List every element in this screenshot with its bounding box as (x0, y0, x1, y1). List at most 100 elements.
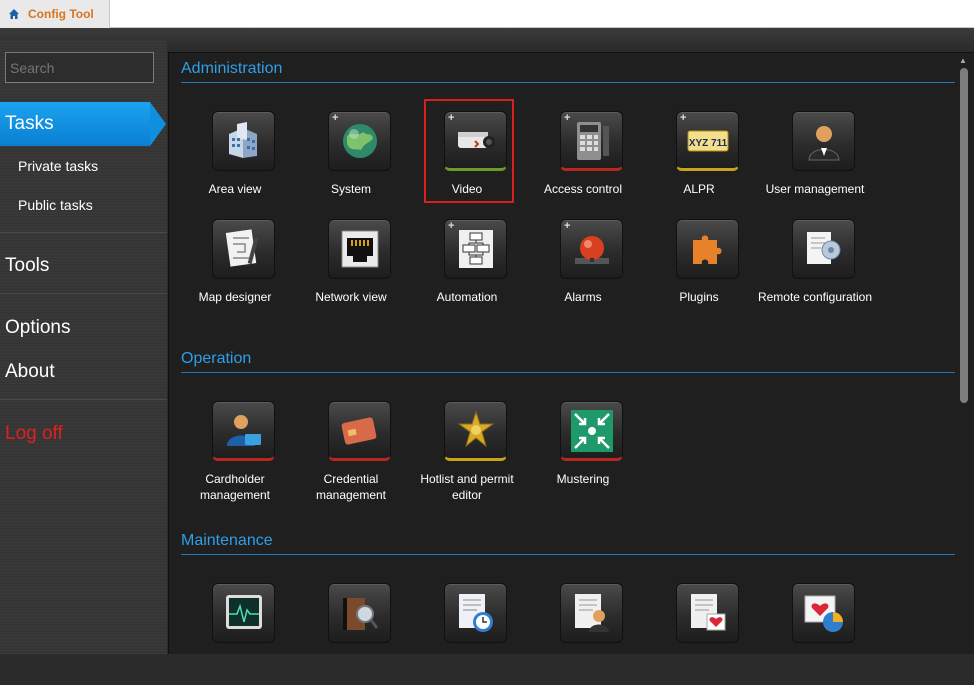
divider (0, 293, 167, 294)
network-port-icon (341, 230, 379, 268)
tile-icon-box: + (560, 219, 623, 279)
tile-access-control[interactable]: + Access control (525, 105, 641, 213)
tile-icon-box (212, 583, 275, 643)
user-icon (808, 126, 840, 161)
tile-icon-box (212, 219, 275, 279)
section-title-operation: Operation (181, 350, 252, 367)
scroll-up-icon[interactable]: ▲ (959, 56, 967, 65)
tile-icon-box: + (444, 219, 507, 279)
user-report-icon (575, 594, 609, 632)
tile-system[interactable]: + System (293, 105, 409, 213)
tile-label: Area view (208, 182, 262, 196)
tile-user-management[interactable]: User management (757, 105, 873, 213)
globe-icon (343, 124, 377, 158)
tile-icon-box (212, 401, 275, 461)
search-input[interactable] (5, 52, 154, 83)
sidebar-item-public-tasks[interactable]: Public tasks (18, 197, 93, 213)
tile-area-view[interactable]: Area view (177, 105, 293, 213)
scrollbar-thumb[interactable] (960, 68, 968, 403)
monitor-icon (226, 595, 262, 629)
tile-remote-configuration[interactable]: Remote configuration (757, 213, 873, 321)
tile-label: User management (765, 182, 865, 196)
license-plate-icon: XYZ 711 (687, 130, 729, 152)
tile-label: System (330, 182, 371, 196)
tile-icon-box (328, 583, 391, 643)
tile-hotlist-permit-editor[interactable]: Hotlist and permit editor (409, 395, 525, 503)
tile-alpr[interactable]: + XYZ 711 ALPR (641, 105, 757, 213)
plate-text: XYZ 711 (689, 138, 728, 149)
tile-icon-box (444, 583, 507, 643)
tile-icon-box (212, 111, 275, 171)
tile-icon-box (328, 401, 391, 461)
tile-label: Alarms (564, 290, 602, 304)
plus-icon: + (564, 112, 571, 124)
tile-icon-box (676, 219, 739, 279)
tile-schedule-report[interactable] (409, 577, 525, 685)
search-book-icon (343, 598, 379, 630)
tile-mustering[interactable]: Mustering (525, 395, 641, 503)
sidebar-item-log-off[interactable]: Log off (5, 423, 63, 445)
tile-label: Cardholder management (199, 472, 271, 502)
section-divider (181, 554, 955, 555)
mustering-icon (571, 410, 613, 452)
tile-icon-box (792, 583, 855, 643)
plus-icon: + (448, 220, 455, 232)
tile-alarms[interactable]: + Alarms (525, 213, 641, 321)
plus-icon: + (564, 220, 571, 232)
tile-search-book[interactable] (293, 577, 409, 685)
tile-cardholder-management[interactable]: Cardholder management (177, 395, 293, 503)
tile-label: Map designer (198, 290, 272, 304)
sidebar-item-tools[interactable]: Tools (5, 255, 49, 277)
tile-automation[interactable]: + Automation (409, 213, 525, 321)
tile-icon-box (792, 219, 855, 279)
tile-icon-box: + (560, 111, 623, 171)
sidebar-item-about[interactable]: About (5, 361, 55, 383)
tile-label: ALPR (683, 182, 715, 196)
tile-label: Hotlist and permit editor (420, 472, 514, 502)
sidebar-item-label: Tasks (5, 113, 54, 134)
tab-config-tool[interactable]: Config Tool (0, 0, 110, 28)
section-divider (181, 82, 955, 83)
tile-icon-box (676, 583, 739, 643)
tile-health-report[interactable] (641, 577, 757, 685)
tile-label: Remote configuration (757, 290, 873, 304)
tile-icon-box (560, 401, 623, 461)
tile-label: Plugins (679, 290, 719, 304)
alarm-bell-icon (575, 236, 609, 264)
tile-map-designer[interactable]: Map designer (177, 213, 293, 321)
sidebar-item-tasks[interactable]: Tasks (0, 102, 166, 146)
tile-icon-box: + (328, 111, 391, 171)
tile-plugins[interactable]: Plugins (641, 213, 757, 321)
tile-icon-box (328, 219, 391, 279)
building-icon (229, 122, 257, 158)
sidebar-item-options[interactable]: Options (5, 317, 70, 339)
tab-label: Config Tool (28, 7, 94, 21)
sheriff-badge-icon (457, 410, 495, 448)
tile-label: Mustering (556, 472, 610, 486)
tile-monitor[interactable] (177, 577, 293, 685)
tile-network-view[interactable]: Network view (293, 213, 409, 321)
tile-icon-box (792, 111, 855, 171)
tile-icon-box (560, 583, 623, 643)
puzzle-icon (693, 235, 722, 264)
credential-icon (341, 417, 377, 445)
cardholder-icon (227, 415, 261, 446)
flowchart-icon (459, 230, 493, 268)
tile-statistics[interactable] (757, 577, 873, 685)
sidebar: Tasks Private tasks Public tasks Tools O… (0, 40, 167, 654)
task-panel: Administration Area view + System + Vide… (168, 52, 974, 654)
title-bar: Config Tool (0, 0, 974, 28)
section-divider (181, 372, 955, 373)
keypad-icon (577, 122, 609, 160)
tile-credential-management[interactable]: Credential management (293, 395, 409, 503)
remote-config-icon (807, 232, 841, 264)
statistics-icon (804, 595, 843, 632)
tile-user-report[interactable] (525, 577, 641, 685)
divider (0, 232, 167, 233)
schedule-report-icon (459, 594, 493, 632)
home-icon (9, 9, 19, 19)
highlight-box (424, 99, 514, 203)
map-designer-icon (225, 229, 259, 267)
sidebar-item-private-tasks[interactable]: Private tasks (18, 158, 98, 174)
tile-label: Automation (436, 290, 498, 304)
